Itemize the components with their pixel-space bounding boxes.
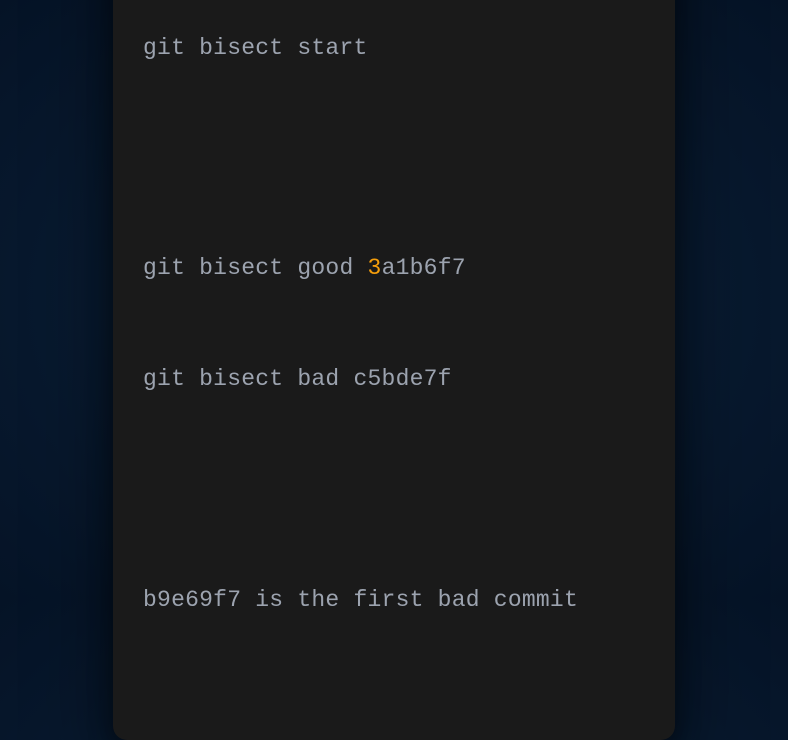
code-line: git bisect bad c5bde7f	[143, 361, 645, 398]
blank-line	[143, 140, 645, 177]
terminal-output: git bisect start git bisect good 3a1b6f7…	[143, 0, 645, 692]
terminal-window: git bisect start git bisect good 3a1b6f7…	[113, 0, 675, 740]
code-line: git bisect good 3a1b6f7	[143, 250, 645, 287]
highlighted-char: 3	[368, 255, 382, 281]
code-text: git bisect good	[143, 255, 368, 281]
blank-line	[143, 471, 645, 508]
code-line: git bisect start	[143, 30, 645, 67]
code-text: a1b6f7	[382, 255, 466, 281]
code-line: b9e69f7 is the first bad commit	[143, 582, 645, 619]
